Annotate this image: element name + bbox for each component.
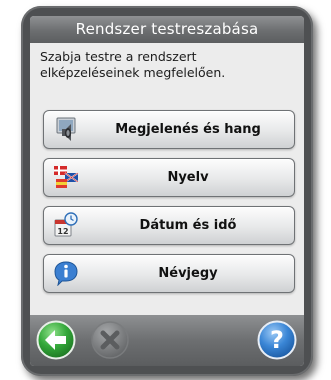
speaker-display-icon	[53, 116, 79, 142]
dialog-description: Szabja testre a rendszert elképzeléseine…	[40, 49, 294, 81]
help-button[interactable]: ?	[257, 320, 297, 360]
description-line-2: elképzeléseinek megfelelően.	[40, 65, 226, 80]
cancel-button[interactable]	[90, 320, 130, 360]
dialog-screen: Rendszer testreszabása Szabja testre a r…	[30, 16, 304, 366]
calendar-clock-icon: 12	[53, 212, 79, 238]
help-icon: ?	[257, 320, 297, 360]
svg-text:?: ?	[270, 326, 284, 354]
dialog-title: Rendszer testreszabása	[30, 16, 304, 43]
close-icon	[91, 321, 129, 359]
back-button[interactable]	[36, 320, 76, 360]
bottom-toolbar: ?	[30, 315, 304, 366]
about-label: Névjegy	[158, 266, 218, 281]
svg-text:12: 12	[57, 227, 68, 236]
language-button[interactable]: Nyelv	[43, 158, 295, 197]
about-button[interactable]: Névjegy	[43, 254, 295, 293]
back-arrow-icon	[36, 320, 76, 360]
appearance-sound-label: Megjelenés és hang	[115, 122, 261, 137]
description-line-1: Szabja testre a rendszert	[40, 49, 197, 64]
appearance-sound-button[interactable]: Megjelenés és hang	[43, 110, 295, 149]
flags-icon	[53, 164, 79, 190]
date-time-label: Dátum és idő	[139, 218, 237, 233]
date-time-button[interactable]: 12 Dátum és idő	[43, 206, 295, 245]
info-icon	[53, 260, 79, 287]
language-label: Nyelv	[167, 170, 209, 185]
